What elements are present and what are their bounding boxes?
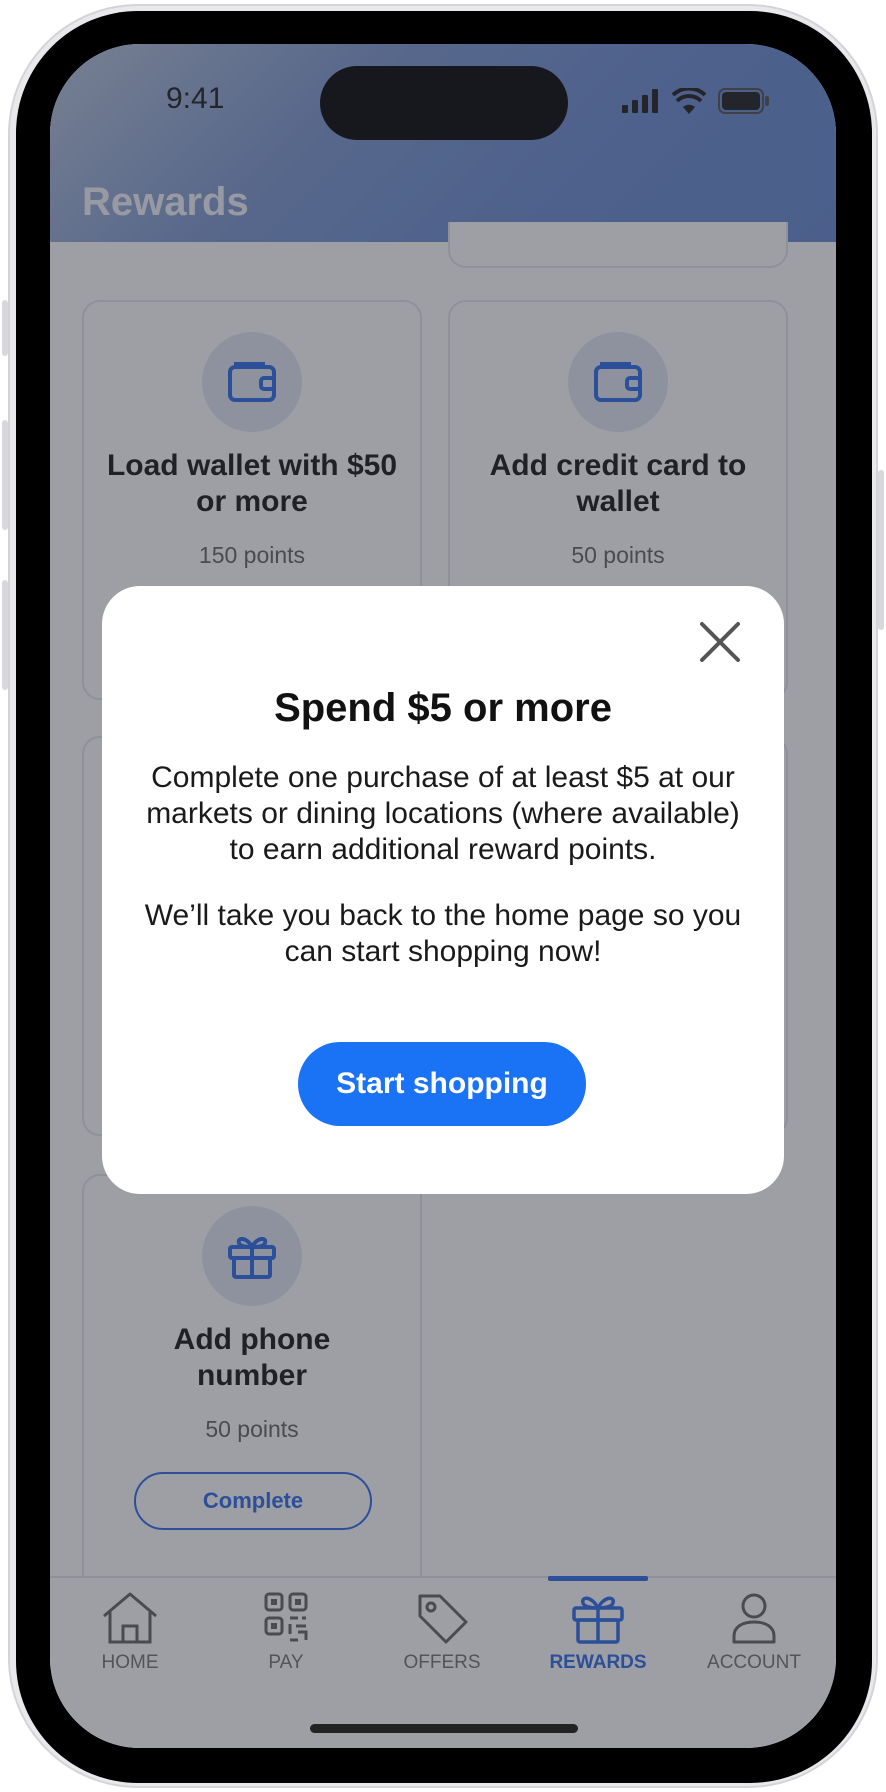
dialog-title: Spend $5 or more	[274, 686, 612, 730]
dialog-body: Complete one purchase of at least $5 at …	[138, 760, 748, 970]
volume-up-button	[2, 420, 8, 530]
dialog-note: We’ll take you back to the home page so …	[144, 899, 742, 968]
power-button	[878, 470, 884, 630]
home-indicator[interactable]	[310, 1724, 578, 1733]
app-screen: 9:41 Rewards Load wallet with $50 or mor…	[50, 44, 836, 1748]
side-button	[2, 300, 8, 356]
start-shopping-button[interactable]: Start shopping	[298, 1042, 586, 1126]
close-icon[interactable]	[698, 620, 742, 664]
volume-down-button	[2, 580, 8, 690]
dialog-description: Complete one purchase of at least $5 at …	[146, 761, 740, 866]
reward-detail-dialog: Spend $5 or more Complete one purchase o…	[102, 586, 784, 1194]
